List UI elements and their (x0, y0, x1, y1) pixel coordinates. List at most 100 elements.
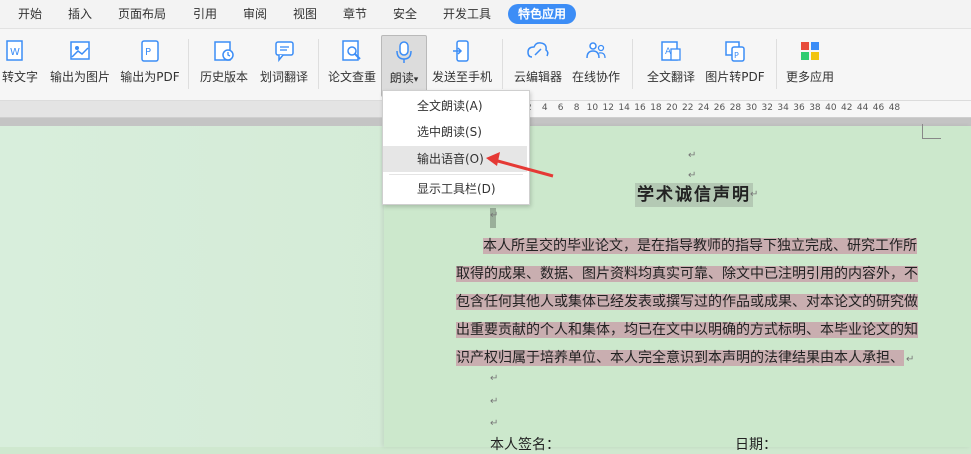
svg-text:P: P (145, 47, 151, 58)
body-line: 取得的成果、数据、图片资料均真实可靠、除文中已注明引用的内容外，不 (456, 261, 918, 287)
ruler-tick-label: 34 (777, 103, 789, 113)
document-title: 学术诚信声明 (635, 183, 753, 207)
history-version-button[interactable]: 历史版本 (196, 35, 252, 95)
tab-security[interactable]: 安全 (393, 6, 417, 22)
apps-grid-icon (801, 42, 819, 60)
menu-item-read-all[interactable]: 全文朗读(A) (383, 93, 527, 119)
signature-label: 本人签名： (490, 437, 560, 453)
online-collab-button[interactable]: 在线协作 (568, 35, 624, 95)
ruler-tick-label: 40 (825, 103, 837, 113)
export-pdf-icon: P (141, 40, 159, 62)
ruler-tick-label: 48 (888, 103, 901, 113)
ruler-tick-label: 12 (602, 103, 614, 113)
read-aloud-text: 朗读 (389, 71, 414, 85)
ruler-tick-label: 22 (682, 103, 694, 113)
image-to-pdf-label: 图片转PDF (705, 70, 765, 84)
send-to-phone-button[interactable]: 发送至手机 (430, 35, 494, 95)
online-collab-label: 在线协作 (571, 70, 620, 84)
plagiarism-check-button[interactable]: 论文查重 (324, 35, 380, 95)
full-translate-button[interactable]: A 全文翻译 (643, 35, 699, 95)
svg-text:W: W (10, 47, 20, 58)
ruler-tick-label: 10 (586, 103, 599, 113)
export-image-label: 输出为图片 (49, 70, 110, 84)
tab-view[interactable]: 视图 (293, 6, 317, 22)
margin-corner-mark (922, 124, 941, 139)
tab-developer[interactable]: 开发工具 (443, 6, 491, 22)
tab-review[interactable]: 审阅 (243, 6, 267, 22)
cloud-editor-button[interactable]: 云编辑器 (510, 35, 566, 95)
menu-item-read-selection[interactable]: 选中朗读(S) (383, 119, 527, 145)
body-line: 包含任何其他人或集体已经发表或撰写过的作品或成果、对本论文的研究做 (456, 289, 918, 315)
tab-references[interactable]: 引用 (193, 6, 217, 22)
ruler-tick-label: 42 (841, 103, 853, 113)
microphone-icon (396, 41, 412, 63)
menu-tab-bar: 开始 插入 页面布局 引用 审阅 视图 章节 安全 开发工具 特色应用 (0, 0, 971, 29)
svg-text:P: P (734, 51, 739, 60)
body-line: 出重要贡献的个人和集体，均已在文中以明确的方式标明、本毕业论文的知 (456, 317, 918, 343)
tab-special-apps[interactable]: 特色应用 (508, 4, 577, 24)
ribbon-separator (318, 39, 319, 89)
tab-start[interactable]: 开始 (18, 6, 42, 22)
highlighted-text: 取得的成果、数据、图片资料均真实可靠、除文中已注明引用的内容外，不 (456, 266, 918, 282)
paragraph-mark: ↵ (490, 396, 499, 407)
word-translate-button[interactable]: 划词翻译 (256, 35, 312, 95)
ribbon-separator (188, 39, 189, 89)
translate-document-icon: A (661, 41, 681, 61)
highlighted-text: 本人所呈交的毕业论文，是在指导教师的指导下独立完成、研究工作所 (483, 238, 917, 254)
menu-divider (389, 174, 523, 175)
send-to-phone-label: 发送至手机 (431, 70, 492, 84)
export-image-icon (70, 41, 90, 60)
paragraph-mark: ↵ (490, 210, 499, 221)
ruler-tick-label: 32 (761, 103, 773, 113)
highlighted-text: 识产权归属于培养单位、本人完全意识到本声明的法律结果由本人承担、 (456, 350, 904, 366)
image-to-pdf-button[interactable]: P 图片转PDF (702, 35, 768, 95)
ruler-tick-label: 28 (729, 103, 742, 113)
read-aloud-button[interactable]: 朗读▾ (381, 35, 427, 97)
ribbon-separator (776, 39, 777, 89)
phone-send-icon (453, 40, 469, 62)
history-version-label: 历史版本 (199, 70, 248, 84)
read-aloud-label: 朗读▾ (382, 69, 426, 86)
full-translate-label: 全文翻译 (646, 70, 695, 84)
more-apps-label: 更多应用 (785, 70, 834, 84)
read-aloud-dropdown: 全文朗读(A) 选中朗读(S) 输出语音(O) 显示工具栏(D) (382, 90, 530, 205)
export-image-button[interactable]: 输出为图片 (48, 35, 112, 95)
collaboration-users-icon (586, 42, 606, 59)
ruler-tick-label: 20 (666, 103, 678, 113)
ruler-tick-label: 44 (856, 103, 869, 113)
body-line: 识产权归属于培养单位、本人完全意识到本声明的法律结果由本人承担、 ↵ (456, 345, 916, 371)
paragraph-mark: ↵ (688, 170, 697, 181)
highlighted-text: 包含任何其他人或集体已经发表或撰写过的作品或成果、对本论文的研究做 (456, 294, 918, 310)
convert-text-icon: W (6, 40, 23, 61)
history-clock-icon (214, 41, 234, 61)
export-pdf-button[interactable]: P 输出为PDF (118, 35, 182, 95)
cloud-editor-icon (527, 42, 549, 58)
image-to-pdf-icon: P (725, 41, 745, 62)
more-apps-button[interactable]: 更多应用 (782, 35, 838, 95)
ruler-tick-label: 14 (618, 103, 630, 113)
ruler-tick-label: 4 (541, 103, 548, 113)
convert-to-text-button[interactable]: W 转文字 (0, 35, 40, 95)
paragraph-mark: ↵ (490, 373, 499, 384)
ruler-tick-label: 24 (697, 103, 710, 113)
highlighted-text: 出重要贡献的个人和集体，均已在文中以明确的方式标明、本毕业论文的知 (456, 322, 918, 338)
ruler-tick-label: 38 (809, 103, 821, 113)
plagiarism-check-label: 论文查重 (327, 70, 376, 84)
paragraph-mark: ↵ (906, 354, 915, 365)
tab-insert[interactable]: 插入 (68, 6, 92, 22)
tab-chapter[interactable]: 章节 (343, 6, 367, 22)
ruler-tick-label: 18 (650, 103, 662, 113)
tab-page-layout[interactable]: 页面布局 (118, 6, 166, 22)
menu-item-show-toolbar[interactable]: 显示工具栏(D) (383, 176, 527, 202)
translate-bubble-icon (275, 41, 294, 63)
ruler-tick-label: 6 (557, 103, 564, 113)
paragraph-mark: ↵ (490, 418, 499, 429)
convert-to-text-label: 转文字 (1, 70, 38, 84)
ruler-tick-label: 16 (634, 103, 646, 113)
export-pdf-label: 输出为PDF (120, 70, 180, 84)
ribbon-separator (502, 39, 503, 89)
body-line: 本人所呈交的毕业论文，是在指导教师的指导下独立完成、研究工作所 (456, 233, 917, 259)
date-label: 日期： (735, 437, 777, 453)
word-translate-label: 划词翻译 (259, 70, 308, 84)
menu-item-export-voice[interactable]: 输出语音(O) (383, 146, 527, 172)
